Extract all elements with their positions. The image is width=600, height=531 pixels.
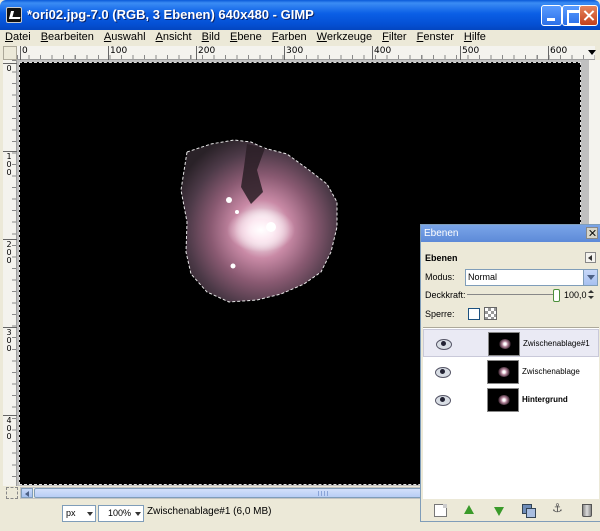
eye-icon[interactable] bbox=[435, 367, 451, 378]
lock-label: Sperre: bbox=[425, 309, 455, 319]
opacity-slider-track[interactable] bbox=[467, 294, 559, 295]
ruler-label: 200 bbox=[198, 46, 216, 56]
menu-datei[interactable]: Datei bbox=[0, 30, 36, 45]
layers-dock: Ebenen Ebenen Modus: Normal Deckkraft: 1… bbox=[420, 224, 600, 522]
duplicate-layer-icon[interactable] bbox=[522, 504, 536, 518]
layer-name[interactable]: Zwischenablage bbox=[522, 367, 580, 376]
layer-thumbnail bbox=[487, 388, 519, 412]
opacity-slider-handle[interactable] bbox=[553, 289, 560, 302]
layer-thumbnail bbox=[488, 332, 520, 356]
menu-auswahl[interactable]: Auswahl bbox=[99, 30, 151, 45]
menu-hilfe[interactable]: Hilfe bbox=[459, 30, 491, 45]
close-button[interactable] bbox=[579, 5, 598, 26]
chevron-down-icon bbox=[135, 512, 141, 516]
unit-select[interactable]: px bbox=[62, 505, 96, 522]
status-text: Zwischenablage#1 (6,0 MB) bbox=[147, 506, 272, 517]
lock-pixels-checkbox[interactable] bbox=[468, 308, 480, 320]
scroll-left-icon[interactable] bbox=[21, 488, 33, 498]
ruler-tick bbox=[20, 46, 21, 60]
menu-bild[interactable]: Bild bbox=[197, 30, 225, 45]
ruler-label: 0 bbox=[22, 46, 28, 56]
ruler-tick bbox=[284, 46, 285, 60]
layer-list[interactable]: Zwischenablage#1 Zwischenablage Hintergr… bbox=[423, 327, 599, 499]
menu-bearbeiten[interactable]: Bearbeiten bbox=[36, 30, 99, 45]
mode-label: Modus: bbox=[425, 272, 455, 282]
menu-filter[interactable]: Filter bbox=[377, 30, 411, 45]
opacity-value[interactable]: 100,0 bbox=[564, 290, 587, 300]
delete-layer-icon[interactable] bbox=[582, 504, 592, 517]
layer-row[interactable]: Zwischenablage#1 bbox=[423, 329, 599, 357]
layer-row[interactable]: Zwischenablage bbox=[423, 358, 599, 386]
layer-name[interactable]: Hintergrund bbox=[522, 395, 568, 404]
menu-fenster[interactable]: Fenster bbox=[412, 30, 459, 45]
menu-werkzeuge[interactable]: Werkzeuge bbox=[312, 30, 377, 45]
new-layer-icon[interactable] bbox=[434, 504, 447, 517]
zoom-value: 100% bbox=[108, 508, 132, 518]
chevron-down-icon bbox=[583, 270, 597, 285]
ruler-tick bbox=[548, 46, 549, 60]
eye-icon[interactable] bbox=[435, 395, 451, 406]
horizontal-ruler[interactable]: 0 100 200 300 400 500 600 bbox=[17, 46, 595, 60]
anchor-layer-icon[interactable] bbox=[552, 501, 565, 517]
vertical-ruler[interactable]: 0 100 200 300 400 bbox=[3, 60, 17, 486]
layer-thumbnail bbox=[487, 360, 519, 384]
mode-select[interactable]: Normal bbox=[465, 269, 598, 286]
layer-button-bar bbox=[421, 501, 600, 521]
navigate-icon[interactable] bbox=[6, 487, 18, 499]
tab-menu-icon[interactable] bbox=[585, 252, 596, 263]
layer-name[interactable]: Zwischenablage#1 bbox=[523, 339, 590, 348]
title-bar: *ori02.jpg-7.0 (RGB, 3 Ebenen) 640x480 -… bbox=[0, 0, 600, 30]
lower-layer-icon[interactable] bbox=[493, 504, 506, 517]
raise-layer-icon[interactable] bbox=[463, 504, 476, 517]
window-title: *ori02.jpg-7.0 (RGB, 3 Ebenen) 640x480 -… bbox=[27, 7, 314, 22]
dock-title-bar[interactable]: Ebenen bbox=[421, 225, 600, 242]
menu-bar: Datei Bearbeiten Auswahl Ansicht Bild Eb… bbox=[0, 30, 600, 45]
menu-farben[interactable]: Farben bbox=[267, 30, 312, 45]
ruler-label: 400 bbox=[6, 416, 12, 441]
ruler-tick bbox=[460, 46, 461, 60]
ruler-label: 500 bbox=[462, 46, 480, 56]
minimize-button[interactable] bbox=[541, 5, 562, 26]
quick-mask-toggle[interactable] bbox=[3, 46, 17, 60]
ruler-menu-arrow-icon[interactable] bbox=[588, 50, 596, 55]
dock-heading: Ebenen bbox=[425, 253, 458, 263]
zoom-select[interactable]: 100% bbox=[98, 505, 144, 522]
gimp-app-icon[interactable] bbox=[6, 7, 22, 23]
opacity-spinner-icon[interactable] bbox=[587, 288, 596, 302]
mode-value: Normal bbox=[468, 272, 498, 282]
ruler-label: 600 bbox=[550, 46, 568, 56]
ruler-label: 0 bbox=[6, 64, 12, 73]
ruler-label: 100 bbox=[6, 152, 12, 177]
lock-alpha-icon[interactable] bbox=[484, 307, 497, 320]
close-icon[interactable] bbox=[586, 227, 598, 239]
ruler-label: 300 bbox=[286, 46, 304, 56]
unit-value: px bbox=[66, 508, 76, 518]
ruler-label: 400 bbox=[374, 46, 392, 56]
ruler-tick bbox=[108, 46, 109, 60]
ruler-label: 200 bbox=[6, 240, 12, 265]
ruler-label: 300 bbox=[6, 328, 12, 353]
dock-title: Ebenen bbox=[424, 228, 459, 239]
layer-row[interactable]: Hintergrund bbox=[423, 386, 599, 414]
scroll-grip-icon bbox=[318, 491, 328, 496]
menu-ansicht[interactable]: Ansicht bbox=[151, 30, 197, 45]
ruler-tick bbox=[372, 46, 373, 60]
chevron-down-icon bbox=[87, 512, 93, 516]
ruler-tick bbox=[196, 46, 197, 60]
eye-icon[interactable] bbox=[436, 339, 452, 350]
ruler-label: 100 bbox=[110, 46, 128, 56]
menu-ebene[interactable]: Ebene bbox=[225, 30, 267, 45]
opacity-label: Deckkraft: bbox=[425, 290, 466, 300]
